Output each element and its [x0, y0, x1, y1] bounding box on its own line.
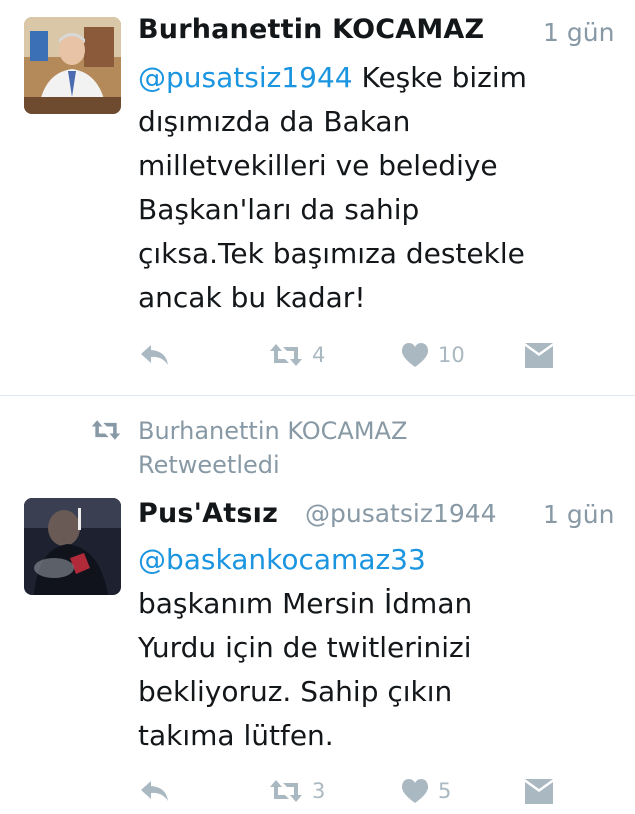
author-avatar[interactable] [24, 498, 121, 595]
retweet-icon [91, 420, 121, 440]
retweet-icon [270, 344, 302, 366]
tweet-divider [0, 395, 635, 396]
reply-icon [141, 781, 168, 801]
tweet-text-line: bekliyoruz. Sahip çıkın [138, 675, 453, 708]
like-button[interactable]: 10 [400, 342, 465, 368]
tweet-text-line: başkanım Mersin İdman [138, 587, 473, 620]
tweet-text-line: Keşke bizim [352, 61, 527, 94]
heart-icon [401, 779, 429, 803]
retweet-context[interactable]: Burhanettin KOCAMAZ Retweetledi [90, 414, 510, 486]
reply-icon [141, 345, 168, 365]
tweet-text: @pusatsiz1944 Keşke bizim dışımızda da B… [138, 56, 618, 320]
retweet-count: 4 [312, 343, 326, 367]
tweet-2[interactable]: Pus'Atsız @pusatsiz1944 1 gün @baskankoc… [0, 486, 635, 814]
retweet-icon [270, 780, 302, 802]
tweet-time[interactable]: 1 gün [543, 500, 614, 529]
heart-icon [401, 343, 429, 367]
mention-link[interactable]: @pusatsiz1944 [138, 61, 353, 94]
tweet-text-line: ancak bu kadar! [138, 281, 366, 314]
direct-message-icon [525, 779, 553, 804]
retweet-button[interactable]: 4 [268, 342, 325, 368]
author-avatar[interactable] [24, 17, 121, 114]
tweet-text-line: dışımızda da Bakan [138, 105, 411, 138]
author-name[interactable]: Burhanettin KOCAMAZ [138, 14, 484, 45]
like-button[interactable]: 5 [400, 778, 451, 804]
direct-message-button[interactable] [524, 342, 554, 370]
tweet-text-line: Başkan'ları da sahip [138, 193, 420, 226]
tweet-actions: 3 5 [138, 778, 618, 808]
tweet-text-line: çıksa.Tek başımıza destekle [138, 237, 525, 270]
reply-button[interactable] [138, 778, 170, 804]
reply-button[interactable] [138, 342, 170, 368]
tweet-text-line: Yurdu için de twitlerinizi [138, 631, 472, 664]
like-count: 5 [438, 779, 452, 803]
like-count: 10 [438, 343, 465, 367]
tweet-text-line: takıma lütfen. [138, 719, 334, 752]
retweet-label: Retweetledi [138, 451, 280, 479]
tweet-text: @baskankocamaz33 başkanım Mersin İdman Y… [138, 538, 618, 758]
retweeter-name[interactable]: Burhanettin KOCAMAZ [138, 414, 498, 448]
tweet-actions: 4 10 [138, 342, 618, 372]
tweet-1[interactable]: Burhanettin KOCAMAZ 1 gün @pusatsiz1944 … [0, 0, 635, 395]
retweet-button[interactable]: 3 [268, 778, 325, 804]
tweet-text-line: milletvekilleri ve belediye [138, 149, 498, 182]
author-handle[interactable]: @pusatsiz1944 [305, 499, 497, 528]
tweet-time[interactable]: 1 gün [543, 18, 614, 47]
mention-link[interactable]: @baskankocamaz33 [138, 543, 426, 576]
direct-message-button[interactable] [524, 778, 554, 806]
retweet-context-text: Burhanettin KOCAMAZ Retweetledi [138, 414, 498, 482]
direct-message-icon [525, 343, 553, 368]
author-name[interactable]: Pus'Atsız [138, 498, 278, 529]
retweet-count: 3 [312, 779, 326, 803]
